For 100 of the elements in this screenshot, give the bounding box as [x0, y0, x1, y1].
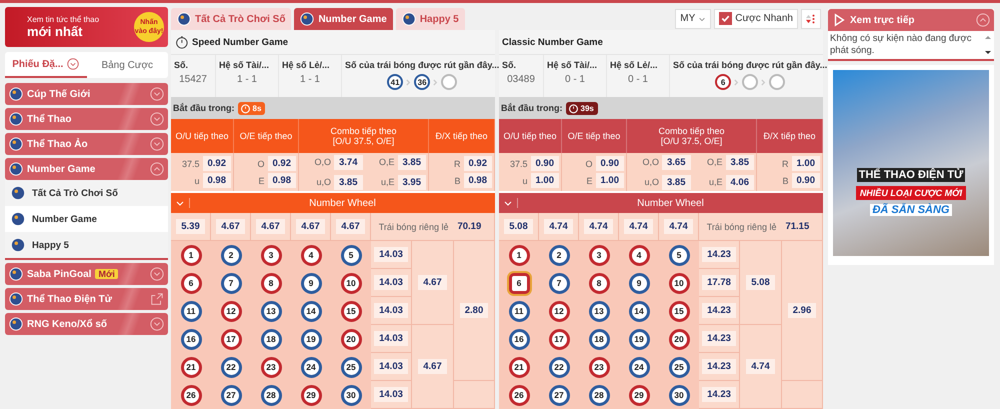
game-tab[interactable]: Happy 5: [396, 8, 465, 30]
number-ball[interactable]: 12: [548, 300, 570, 322]
odds-button[interactable]: 4.74: [624, 219, 653, 234]
number-ball[interactable]: 9: [628, 272, 650, 294]
number-ball[interactable]: 29: [628, 384, 650, 406]
number-ball[interactable]: 11: [508, 300, 530, 322]
odds-button[interactable]: 14.23: [702, 387, 736, 402]
odds-button[interactable]: 4.67: [418, 275, 447, 290]
odds-button[interactable]: 3.85: [726, 154, 754, 170]
number-ball[interactable]: 21: [180, 356, 202, 378]
odds-button[interactable]: 4.74: [664, 219, 693, 234]
odds-button[interactable]: 4.67: [418, 359, 447, 374]
game-tab[interactable]: Number Game: [294, 8, 393, 30]
odds-button[interactable]: 1.00: [530, 173, 559, 188]
menu-header[interactable]: Cúp Thế Giới: [5, 83, 168, 105]
number-ball[interactable]: 25: [340, 356, 362, 378]
odds-button[interactable]: 3.85: [334, 174, 362, 190]
number-ball[interactable]: 15: [340, 300, 362, 322]
submenu-item[interactable]: Happy 5: [5, 232, 168, 258]
number-ball[interactable]: 27: [220, 384, 242, 406]
number-ball[interactable]: 2: [220, 244, 242, 266]
odds-button[interactable]: 4.67: [256, 219, 285, 234]
number-ball[interactable]: 26: [180, 384, 202, 406]
scroll-arrows-icon[interactable]: [984, 33, 992, 57]
number-ball[interactable]: 22: [220, 356, 242, 378]
odds-button[interactable]: 4.74: [584, 219, 613, 234]
number-ball[interactable]: 24: [300, 356, 322, 378]
number-ball[interactable]: 14: [300, 300, 322, 322]
menu-header[interactable]: Thể Thao Ảo: [5, 133, 168, 155]
odds-button[interactable]: 3.85: [398, 154, 426, 170]
odds-button[interactable]: 3.65: [662, 154, 690, 170]
number-ball[interactable]: 20: [668, 328, 690, 350]
number-ball[interactable]: 20: [340, 328, 362, 350]
number-ball[interactable]: 18: [260, 328, 282, 350]
number-ball[interactable]: 14: [628, 300, 650, 322]
odds-button[interactable]: 14.03: [374, 275, 408, 290]
odds-button[interactable]: 4.67: [216, 219, 245, 234]
number-ball[interactable]: 5: [340, 244, 362, 266]
odds-button[interactable]: 17.78: [702, 275, 736, 290]
wheel-header[interactable]: Number Wheel: [499, 193, 823, 213]
odds-button[interactable]: 71.15: [780, 219, 814, 234]
number-ball[interactable]: 28: [588, 384, 610, 406]
number-ball[interactable]: 24: [628, 356, 650, 378]
number-ball[interactable]: 9: [300, 272, 322, 294]
odds-button[interactable]: 14.23: [702, 303, 736, 318]
menu-header[interactable]: RNG Keno/Xổ số: [5, 313, 168, 335]
odds-button[interactable]: 0.98: [268, 173, 296, 188]
menu-header[interactable]: Saba PinGoal Mới: [5, 263, 168, 285]
number-ball[interactable]: 30: [668, 384, 690, 406]
number-ball[interactable]: 15: [668, 300, 690, 322]
odds-button[interactable]: 5.39: [176, 219, 205, 234]
odds-button[interactable]: 2.80: [460, 303, 488, 318]
number-ball[interactable]: 19: [300, 328, 322, 350]
odds-button[interactable]: 14.03: [374, 303, 408, 318]
odds-button[interactable]: 0.90: [792, 173, 820, 188]
odds-button[interactable]: 2.96: [788, 303, 816, 318]
number-ball[interactable]: 27: [548, 384, 570, 406]
odds-button[interactable]: 4.67: [296, 219, 325, 234]
number-ball[interactable]: 12: [220, 300, 242, 322]
number-ball[interactable]: 21: [508, 356, 530, 378]
odds-button[interactable]: 4.74: [746, 359, 775, 374]
number-ball[interactable]: 7: [548, 272, 570, 294]
odds-button[interactable]: 70.19: [452, 219, 486, 234]
slip-tab[interactable]: Bảng Cược: [86, 52, 168, 78]
number-ball[interactable]: 29: [300, 384, 322, 406]
esports-ad-banner[interactable]: THỂ THAO ĐIỆN TỬ NHIỀU LOẠI CƯỢC MỚI ĐÃ SẴN SÀNG: [833, 70, 989, 256]
odds-button[interactable]: 14.03: [374, 359, 408, 374]
number-ball[interactable]: 4: [628, 244, 650, 266]
number-ball[interactable]: 23: [588, 356, 610, 378]
number-ball[interactable]: 10: [340, 272, 362, 294]
number-ball[interactable]: 26: [508, 384, 530, 406]
number-ball[interactable]: 16: [508, 328, 530, 350]
number-ball[interactable]: 2: [548, 244, 570, 266]
odds-button[interactable]: 0.92: [268, 156, 296, 171]
menu-header[interactable]: Thể Thao Điện Tử: [5, 288, 168, 310]
odds-button[interactable]: 0.92: [202, 156, 231, 171]
odds-button[interactable]: 3.74: [334, 154, 362, 170]
submenu-item[interactable]: Tất Cả Trò Chơi Số: [5, 180, 168, 206]
odds-button[interactable]: 1.00: [792, 156, 820, 171]
number-ball[interactable]: 3: [260, 244, 282, 266]
slip-tab[interactable]: Phiếu Đặ...: [5, 52, 86, 78]
number-ball[interactable]: 8: [260, 272, 282, 294]
number-ball[interactable]: 6: [180, 272, 202, 294]
number-ball[interactable]: 10: [668, 272, 690, 294]
odds-type-dropdown[interactable]: MY: [675, 8, 712, 28]
game-tab[interactable]: Tất Cả Trò Chơi Số: [171, 8, 292, 30]
checkbox[interactable]: [719, 12, 732, 25]
odds-button[interactable]: 4.74: [544, 219, 573, 234]
number-ball[interactable]: 25: [668, 356, 690, 378]
number-ball[interactable]: 18: [588, 328, 610, 350]
number-ball[interactable]: 5: [668, 244, 690, 266]
live-header[interactable]: Xem trực tiếp: [828, 9, 994, 31]
number-ball[interactable]: 23: [260, 356, 282, 378]
odds-button[interactable]: 14.03: [374, 387, 408, 402]
number-ball[interactable]: 22: [548, 356, 570, 378]
odds-button[interactable]: 3.95: [398, 174, 426, 190]
odds-button[interactable]: 0.98: [464, 173, 492, 188]
odds-button[interactable]: 0.98: [202, 173, 231, 188]
odds-button[interactable]: 14.03: [374, 247, 408, 262]
odds-button[interactable]: 4.06: [726, 174, 754, 190]
